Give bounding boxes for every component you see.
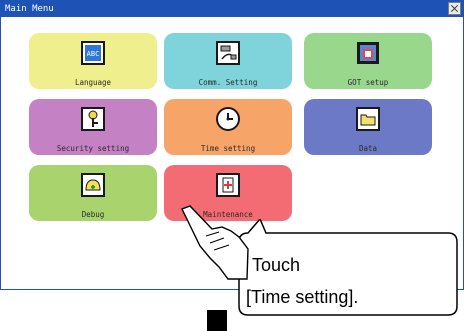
debug-button[interactable]: Debug (29, 165, 157, 221)
clock-icon (216, 107, 240, 131)
callout-text-time-setting: [Time setting]. (246, 287, 359, 307)
black-marker-square (207, 310, 227, 331)
title-bar: Main Menu (1, 1, 463, 17)
got-setup-icon (357, 42, 379, 64)
language-icon: ABC (81, 41, 105, 65)
maintenance-icon (216, 173, 240, 197)
data-button[interactable]: Data (304, 99, 432, 155)
close-button[interactable] (448, 2, 461, 15)
security-setting-button[interactable]: Security setting (29, 99, 157, 155)
debug-label: Debug (81, 210, 105, 219)
comm-setting-button[interactable]: Comm. Setting (164, 33, 292, 89)
debug-icon (81, 173, 105, 197)
data-label: Data (358, 144, 378, 153)
security-setting-label: Security setting (56, 144, 130, 153)
key-icon (81, 107, 105, 131)
time-setting-label: Time setting (200, 144, 256, 153)
comm-setting-icon (216, 41, 240, 65)
language-button[interactable]: ABC Language (29, 33, 157, 89)
comm-setting-label: Comm. Setting (198, 78, 258, 87)
svg-text:ABC: ABC (87, 50, 100, 58)
language-label: Language (74, 78, 112, 87)
callout-text-touch: Touch (252, 255, 301, 275)
folder-icon (356, 107, 380, 131)
window-title: Main Menu (5, 4, 54, 14)
time-setting-button[interactable]: Time setting (164, 99, 292, 155)
got-setup-label: GOT setup (347, 78, 389, 87)
pointing-hand-icon (181, 205, 249, 280)
got-setup-button[interactable]: GOT setup (304, 33, 432, 89)
